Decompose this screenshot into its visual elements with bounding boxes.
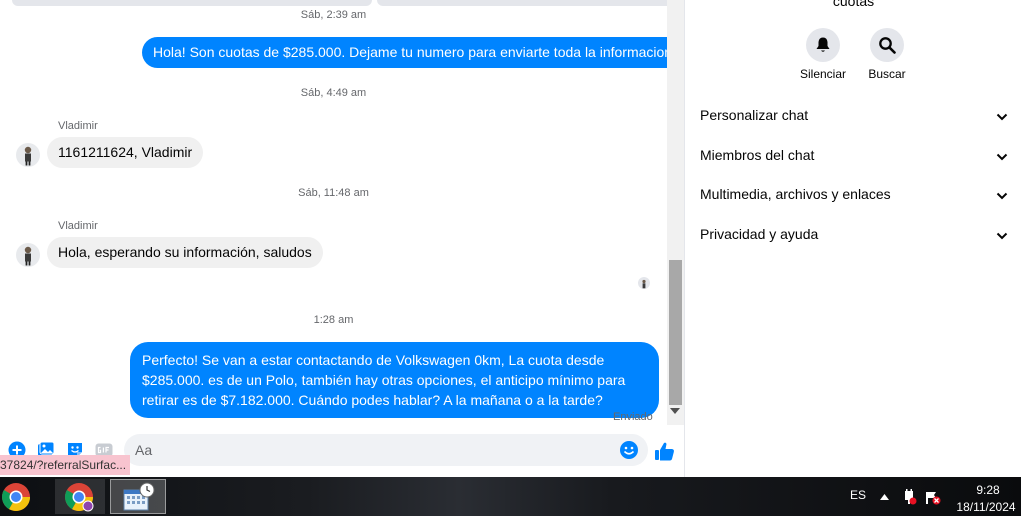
message-timestamp: 1:28 am bbox=[313, 314, 354, 326]
scroll-down-arrow-icon[interactable] bbox=[670, 408, 680, 414]
sender-name: Vladimir bbox=[58, 120, 98, 132]
section-customize-chat[interactable]: Personalizar chat bbox=[700, 105, 1016, 129]
search-label: Buscar bbox=[868, 67, 906, 81]
taskbar-calendar-button[interactable] bbox=[110, 479, 166, 514]
clock-time[interactable]: 9:28 bbox=[960, 483, 1016, 497]
calendar-clock-icon bbox=[123, 482, 155, 511]
chevron-down-icon bbox=[996, 113, 1008, 121]
message-scrollbar[interactable] bbox=[667, 0, 684, 425]
status-url-tooltip: 37824/?referralSurfac... bbox=[0, 455, 130, 475]
avatar[interactable] bbox=[16, 143, 40, 167]
chrome-icon bbox=[65, 483, 94, 512]
outgoing-message[interactable]: Hola! Son cuotas de $285.000. Dejame tu … bbox=[142, 37, 667, 68]
incoming-message[interactable]: Hola, esperando su información, saludos bbox=[47, 237, 323, 268]
section-privacy-help[interactable]: Privacidad y ayuda bbox=[700, 224, 1016, 248]
emoji-icon[interactable] bbox=[619, 440, 639, 460]
chevron-down-icon bbox=[996, 153, 1008, 161]
message-timestamp: Sáb, 11:48 am bbox=[298, 187, 369, 199]
clock-date[interactable]: 18/11/2024 bbox=[952, 500, 1020, 514]
section-chat-members[interactable]: Miembros del chat bbox=[700, 145, 1016, 169]
mute-circle bbox=[806, 28, 840, 62]
mute-button[interactable]: Silenciar bbox=[793, 28, 853, 81]
avatar[interactable] bbox=[16, 243, 40, 267]
message-input[interactable] bbox=[124, 434, 648, 466]
section-label: Miembros del chat bbox=[700, 147, 815, 163]
read-receipt-avatar bbox=[638, 277, 650, 289]
message-status: Enviado bbox=[613, 411, 653, 423]
scroll-thumb[interactable] bbox=[669, 260, 682, 405]
chevron-down-icon bbox=[996, 232, 1008, 240]
bell-icon bbox=[816, 37, 830, 52]
person-figure-icon bbox=[24, 246, 32, 266]
section-label: Privacidad y ayuda bbox=[700, 226, 819, 242]
chat-area: Sáb, 2:39 am Hola! Son cuotas de $285.00… bbox=[0, 0, 684, 477]
search-button[interactable]: Buscar bbox=[857, 28, 917, 81]
chevron-down-icon bbox=[996, 192, 1008, 200]
search-circle bbox=[870, 28, 904, 62]
person-figure-icon bbox=[24, 146, 32, 166]
outgoing-message[interactable]: Perfecto! Se van a estar contactando de … bbox=[130, 342, 659, 418]
show-hidden-icons-arrow-icon[interactable] bbox=[880, 494, 889, 500]
chrome-icon bbox=[2, 483, 30, 511]
incoming-message[interactable]: 1161211624, Vladimir bbox=[47, 137, 204, 168]
message-timestamp: Sáb, 4:49 am bbox=[300, 87, 367, 99]
taskbar-chrome-profile-button[interactable] bbox=[55, 479, 105, 514]
power-plug-icon[interactable] bbox=[901, 489, 917, 505]
sender-name: Vladimir bbox=[58, 220, 98, 232]
conversation-title: cuotas bbox=[832, 0, 875, 9]
language-indicator[interactable]: ES bbox=[850, 488, 866, 502]
chat-info-panel: cuotas Silenciar Buscar Personalizar cha… bbox=[684, 0, 1021, 477]
message-list[interactable]: Sáb, 2:39 am Hola! Son cuotas de $285.00… bbox=[0, 0, 667, 425]
search-icon bbox=[879, 37, 896, 54]
thumbs-up-icon[interactable] bbox=[654, 440, 676, 462]
section-media-files-links[interactable]: Multimedia, archivos y enlaces bbox=[700, 184, 1016, 208]
taskbar: ES 9:28 18/11/2024 bbox=[0, 477, 1021, 516]
taskbar-chrome-button[interactable] bbox=[0, 479, 36, 514]
section-label: Multimedia, archivos y enlaces bbox=[700, 186, 891, 202]
person-figure-icon bbox=[642, 279, 646, 289]
section-label: Personalizar chat bbox=[700, 107, 809, 123]
message-timestamp: Sáb, 2:39 am bbox=[300, 9, 367, 21]
mute-label: Silenciar bbox=[799, 67, 847, 81]
network-disconnected-icon[interactable] bbox=[925, 489, 941, 505]
